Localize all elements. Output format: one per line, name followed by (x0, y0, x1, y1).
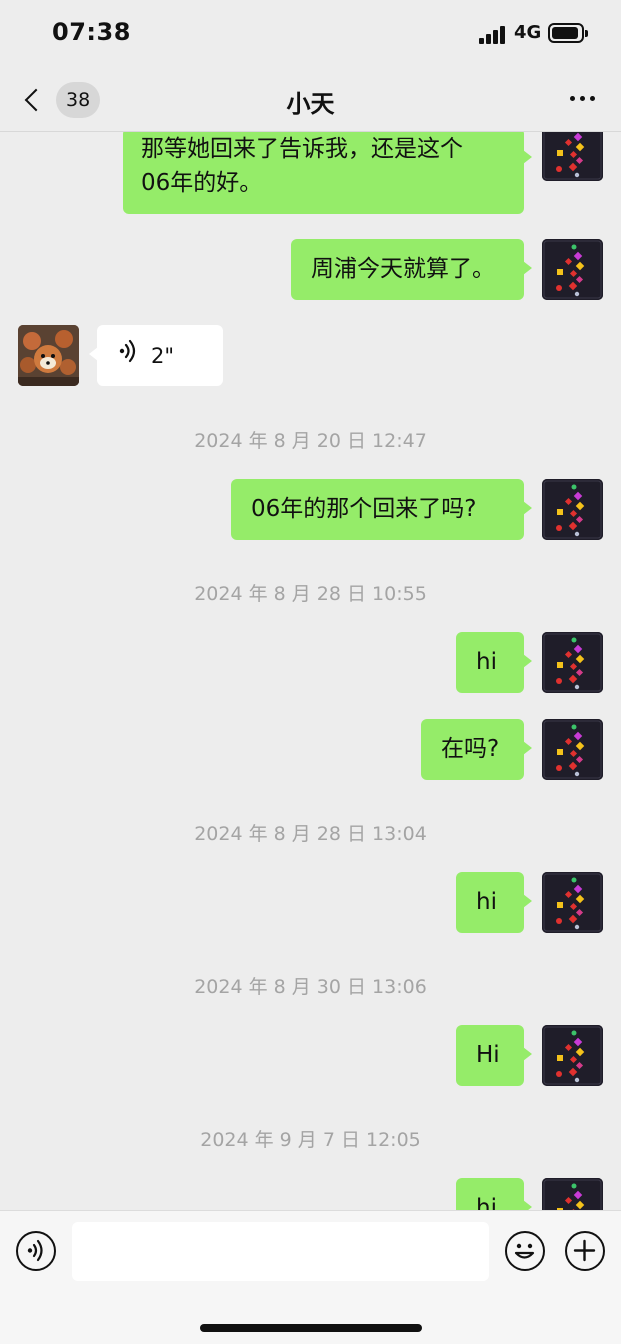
my-avatar[interactable] (542, 632, 603, 693)
message-bubble-out[interactable]: 06年的那个回来了吗? (231, 479, 532, 540)
friend-avatar[interactable] (18, 325, 79, 386)
more-dot (590, 96, 595, 101)
more-dot (580, 96, 585, 101)
message-bubble-out[interactable]: 在吗? (421, 719, 532, 780)
message-bubble-out[interactable]: Hi (456, 1025, 532, 1086)
message-bubble-out[interactable]: hi (456, 1178, 532, 1210)
message-timestamp: 2024 年 8 月 28 日 10:55 (194, 583, 427, 605)
message-bubble-out[interactable]: 周浦今天就算了。 (291, 239, 532, 300)
chat-header: 38 小天 (0, 66, 621, 132)
message-bubble-out[interactable]: 那等她回来了告诉我，还是这个 06年的好。 (123, 128, 532, 214)
status-time: 07:38 (52, 18, 131, 46)
my-avatar[interactable] (542, 872, 603, 933)
cellular-signal-icon (479, 24, 507, 44)
voice-message-bubble[interactable]: 2" (89, 325, 223, 386)
status-bar: 07:38 4G (0, 0, 621, 66)
my-avatar[interactable] (542, 1178, 603, 1210)
voice-mode-icon (27, 1239, 43, 1262)
more-functions-button[interactable] (565, 1231, 605, 1271)
voice-mode-button[interactable] (16, 1231, 56, 1271)
more-dot (570, 96, 575, 101)
home-indicator (200, 1324, 422, 1332)
my-avatar[interactable] (542, 719, 603, 780)
my-avatar[interactable] (542, 239, 603, 300)
my-avatar[interactable] (542, 479, 603, 540)
network-type: 4G (514, 22, 542, 43)
emoji-icon (514, 1243, 535, 1259)
more-options-button[interactable] (570, 96, 595, 101)
plus-icon (573, 1239, 596, 1262)
voice-wave-icon (117, 339, 139, 373)
message-timestamp: 2024 年 8 月 20 日 12:47 (194, 430, 427, 452)
message-bubble-out[interactable]: hi (456, 872, 532, 933)
chat-title: 小天 (286, 90, 335, 118)
message-timestamp: 2024 年 9 月 7 日 12:05 (200, 1129, 421, 1151)
chat-area[interactable]: 那等她回来了告诉我，还是这个 06年的好。 周浦今天就算了。 2" 2024 年… (0, 0, 621, 1210)
message-timestamp: 2024 年 8 月 28 日 13:04 (194, 823, 427, 845)
message-input[interactable] (72, 1222, 489, 1281)
voice-duration: 2" (151, 343, 175, 368)
message-timestamp: 2024 年 8 月 30 日 13:06 (194, 976, 427, 998)
battery-icon (548, 23, 588, 43)
emoji-button[interactable] (505, 1231, 545, 1271)
my-avatar[interactable] (542, 1025, 603, 1086)
message-bubble-out[interactable]: hi (456, 632, 532, 693)
